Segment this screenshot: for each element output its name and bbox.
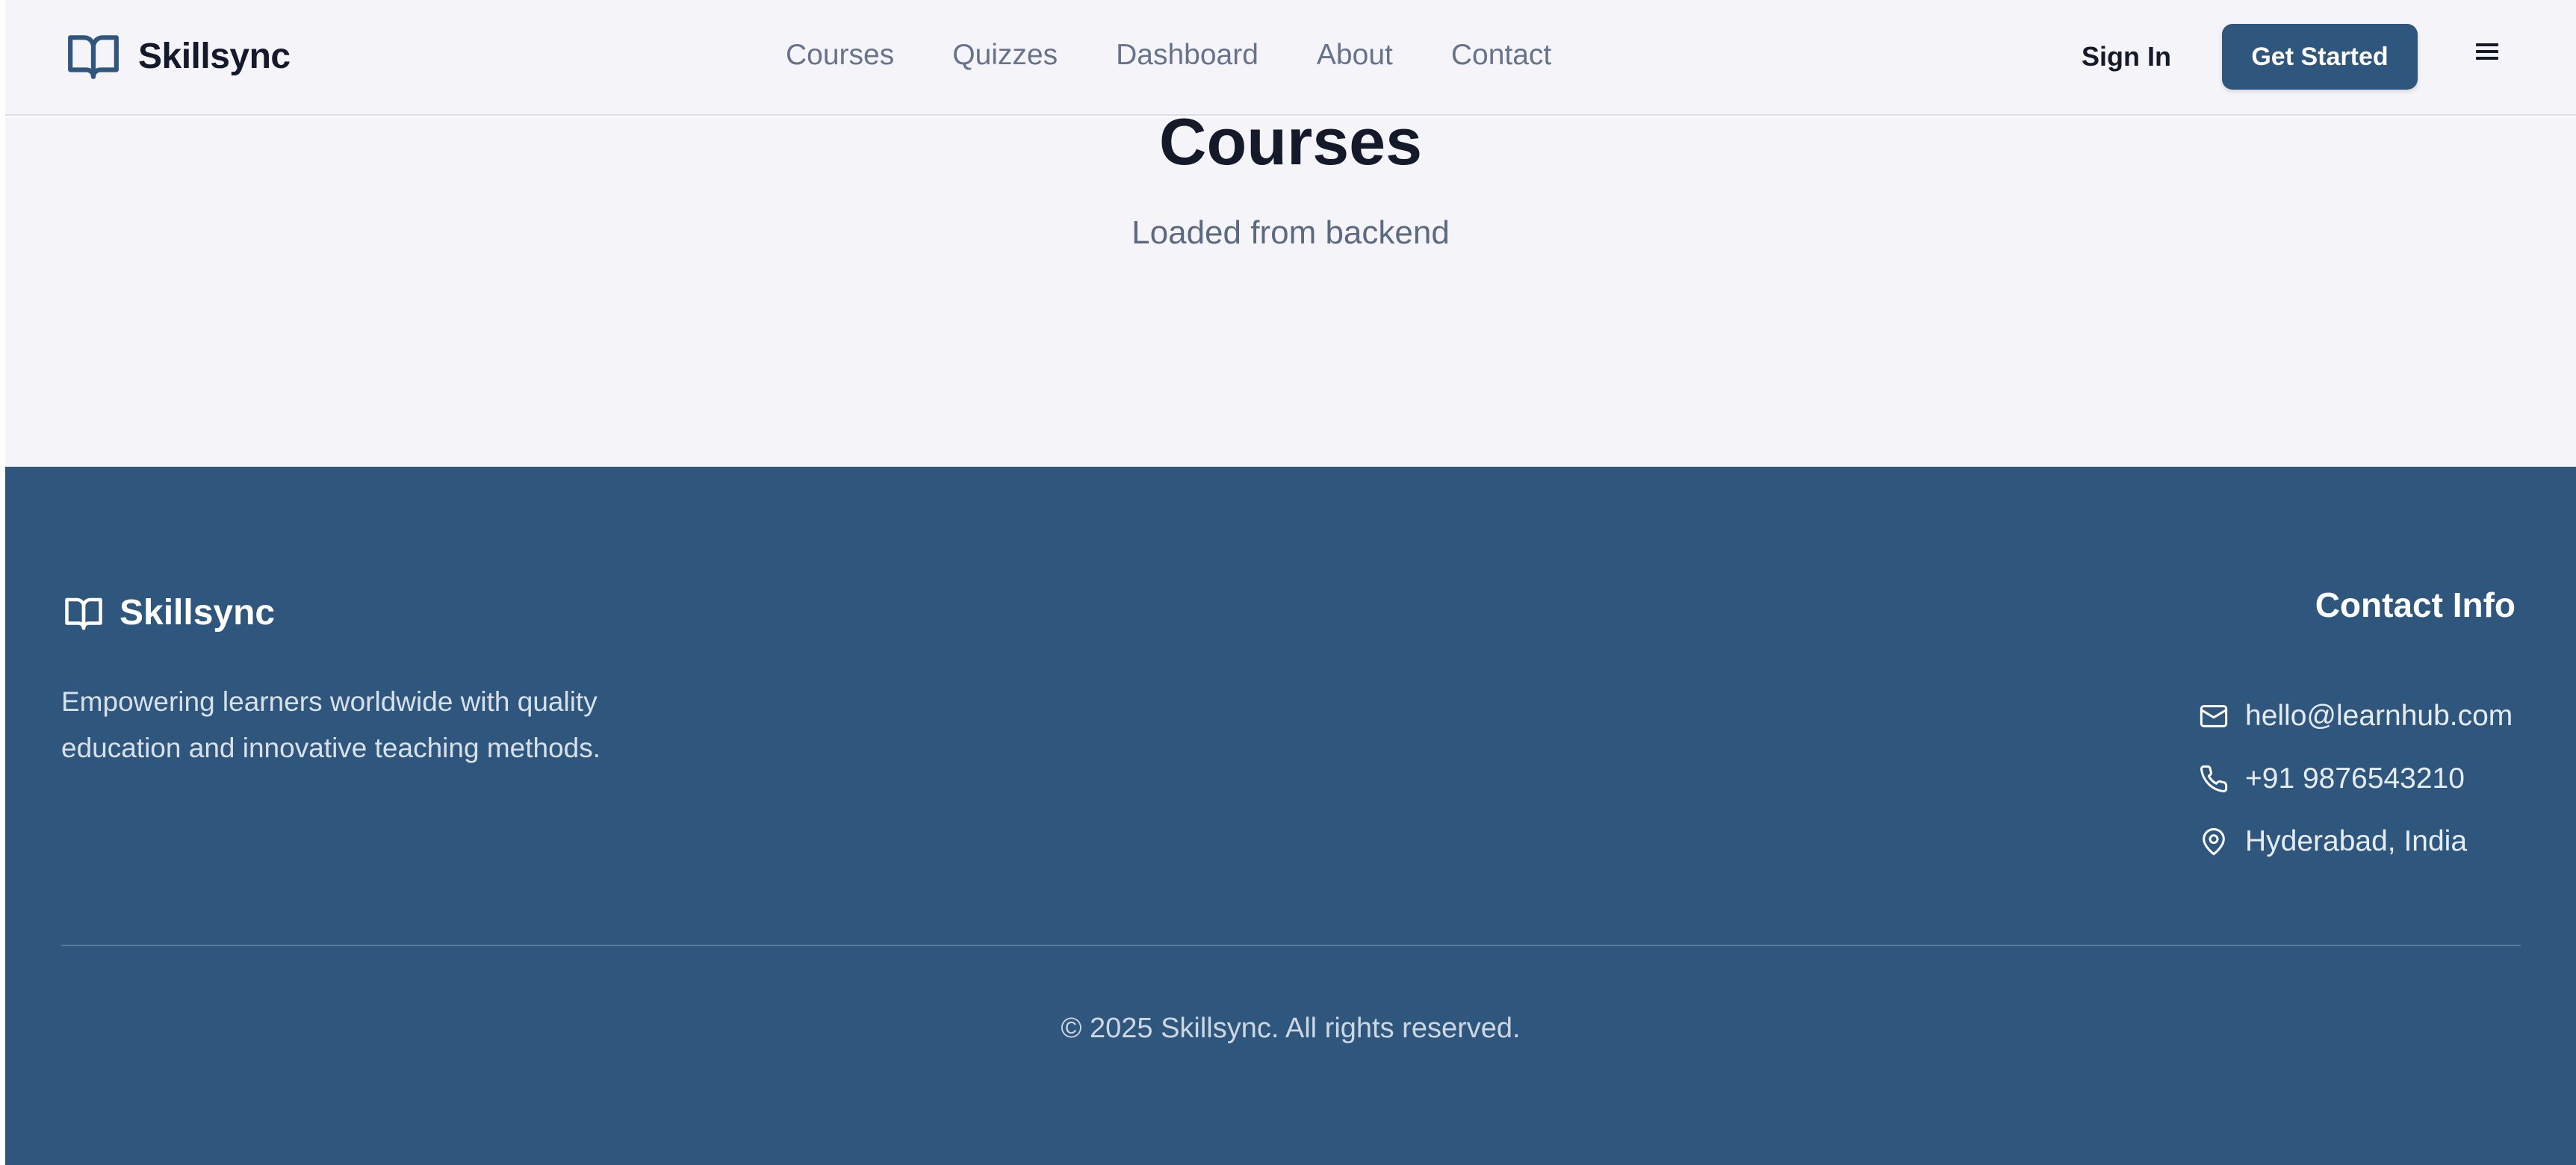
nav-link-about[interactable]: About: [1317, 39, 1393, 72]
sign-in-button[interactable]: Sign In: [2082, 41, 2171, 72]
page-subtitle: Loaded from backend: [1132, 214, 1450, 251]
brand-logo-link[interactable]: Skillsync: [63, 28, 291, 84]
contact-email-text: hello@learnhub.com: [2245, 700, 2513, 732]
brand-name: Skillsync: [138, 36, 291, 76]
footer-divider: [61, 945, 2521, 946]
nav-link-courses[interactable]: Courses: [786, 39, 894, 72]
menu-bar: [2476, 57, 2498, 60]
contact-phone[interactable]: +91 9876543210: [2199, 748, 2513, 810]
hamburger-menu-icon[interactable]: [2474, 40, 2501, 67]
contact-location-text: Hyderabad, India: [2245, 825, 2468, 857]
main-nav: Courses Quizzes Dashboard About Contact: [786, 39, 1551, 72]
location-pin-icon: [2203, 827, 2225, 856]
contact-location[interactable]: Hyderabad, India: [2199, 810, 2513, 873]
mail-icon: [2200, 705, 2228, 727]
page-title: Courses: [1158, 105, 1423, 178]
nav-link-quizzes[interactable]: Quizzes: [952, 39, 1058, 72]
menu-bar: [2476, 50, 2498, 53]
nav-link-dashboard[interactable]: Dashboard: [1116, 39, 1258, 72]
page: Skillsync Courses Quizzes Dashboard Abou…: [0, 0, 2576, 1165]
contact-phone-text: +91 9876543210: [2245, 762, 2465, 795]
main-content: Courses Loaded from backend: [5, 105, 2576, 467]
footer-brand-name: Skillsync: [120, 593, 276, 633]
copyright-text: © 2025 Skillsync. All rights reserved.: [1061, 1013, 1521, 1044]
get-started-button[interactable]: Get Started: [2222, 24, 2418, 90]
open-book-icon: [65, 597, 102, 630]
footer-tagline-line: education and innovative teaching method…: [61, 733, 601, 763]
footer-brand[interactable]: Skillsync: [61, 592, 275, 633]
top-navbar: Skillsync Courses Quizzes Dashboard Abou…: [5, 0, 2576, 116]
page-left-edge: [0, 0, 5, 1165]
footer-tagline: Empowering learners worldwide with quali…: [61, 679, 733, 771]
contact-list: hello@learnhub.com +91 9876543210 Hydera…: [2199, 685, 2513, 873]
footer-tagline-line: Empowering learners worldwide with quali…: [61, 686, 598, 717]
contact-email[interactable]: hello@learnhub.com: [2199, 685, 2513, 748]
contact-info-heading: Contact Info: [2315, 585, 2516, 624]
menu-bar: [2476, 43, 2498, 46]
site-footer: Skillsync Empowering learners worldwide …: [5, 467, 2576, 1165]
nav-link-contact[interactable]: Contact: [1451, 39, 1551, 72]
phone-icon: [2200, 765, 2228, 792]
open-book-icon: [68, 35, 119, 79]
